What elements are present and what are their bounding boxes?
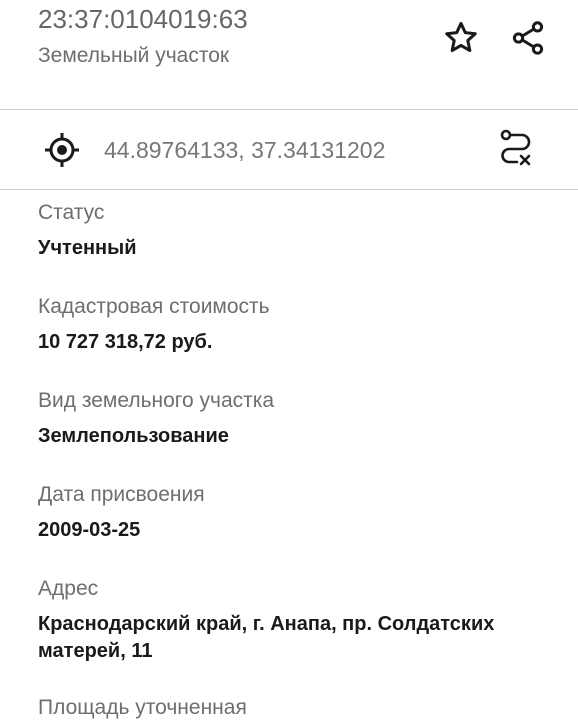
star-outline-icon: [445, 21, 477, 53]
field-status: Статус Учтенный: [38, 201, 558, 262]
field-value: 2009-03-25: [38, 519, 141, 541]
field-value: 10 727 318,72 руб.: [38, 331, 213, 353]
page-subtitle: Земельный участок: [38, 44, 230, 67]
coordinates-row: 44.89764133, 37.34131202: [0, 110, 578, 188]
field-assignment-date: Дата присвоения 2009-03-25: [38, 483, 558, 544]
crosshair-target-icon: [45, 133, 79, 167]
page-title: 23:37:0104019:63: [38, 4, 248, 34]
field-label: Вид земельного участка: [38, 389, 275, 412]
field-label: Кадастровая стоимость: [38, 295, 270, 318]
share-button[interactable]: [504, 14, 552, 62]
field-label: Площадь уточненная: [38, 696, 247, 719]
route-cancel-icon: [500, 129, 531, 166]
field-value: Землепользование: [38, 425, 229, 447]
field-value: Учтенный: [38, 237, 137, 259]
share-icon: [512, 21, 544, 55]
field-area: Площадь уточненная: [38, 696, 558, 720]
coordinates-divider: [0, 189, 578, 190]
field-value: Краснодарский край, г. Анапа, пр. Солдат…: [38, 613, 495, 662]
field-cadastral-value: Кадастровая стоимость 10 727 318,72 руб.: [38, 295, 558, 356]
header: 23:37:0104019:63 Земельный участок: [0, 0, 578, 109]
locate-button[interactable]: [42, 130, 82, 170]
favorite-button[interactable]: [437, 14, 485, 62]
field-land-type: Вид земельного участка Землепользование: [38, 389, 558, 450]
field-address: Адрес Краснодарский край, г. Анапа, пр. …: [38, 577, 558, 665]
field-label: Дата присвоения: [38, 483, 205, 506]
field-label: Статус: [38, 201, 105, 224]
field-label: Адрес: [38, 577, 99, 600]
coordinates-text[interactable]: 44.89764133, 37.34131202: [104, 137, 385, 164]
route-button[interactable]: [494, 126, 538, 170]
